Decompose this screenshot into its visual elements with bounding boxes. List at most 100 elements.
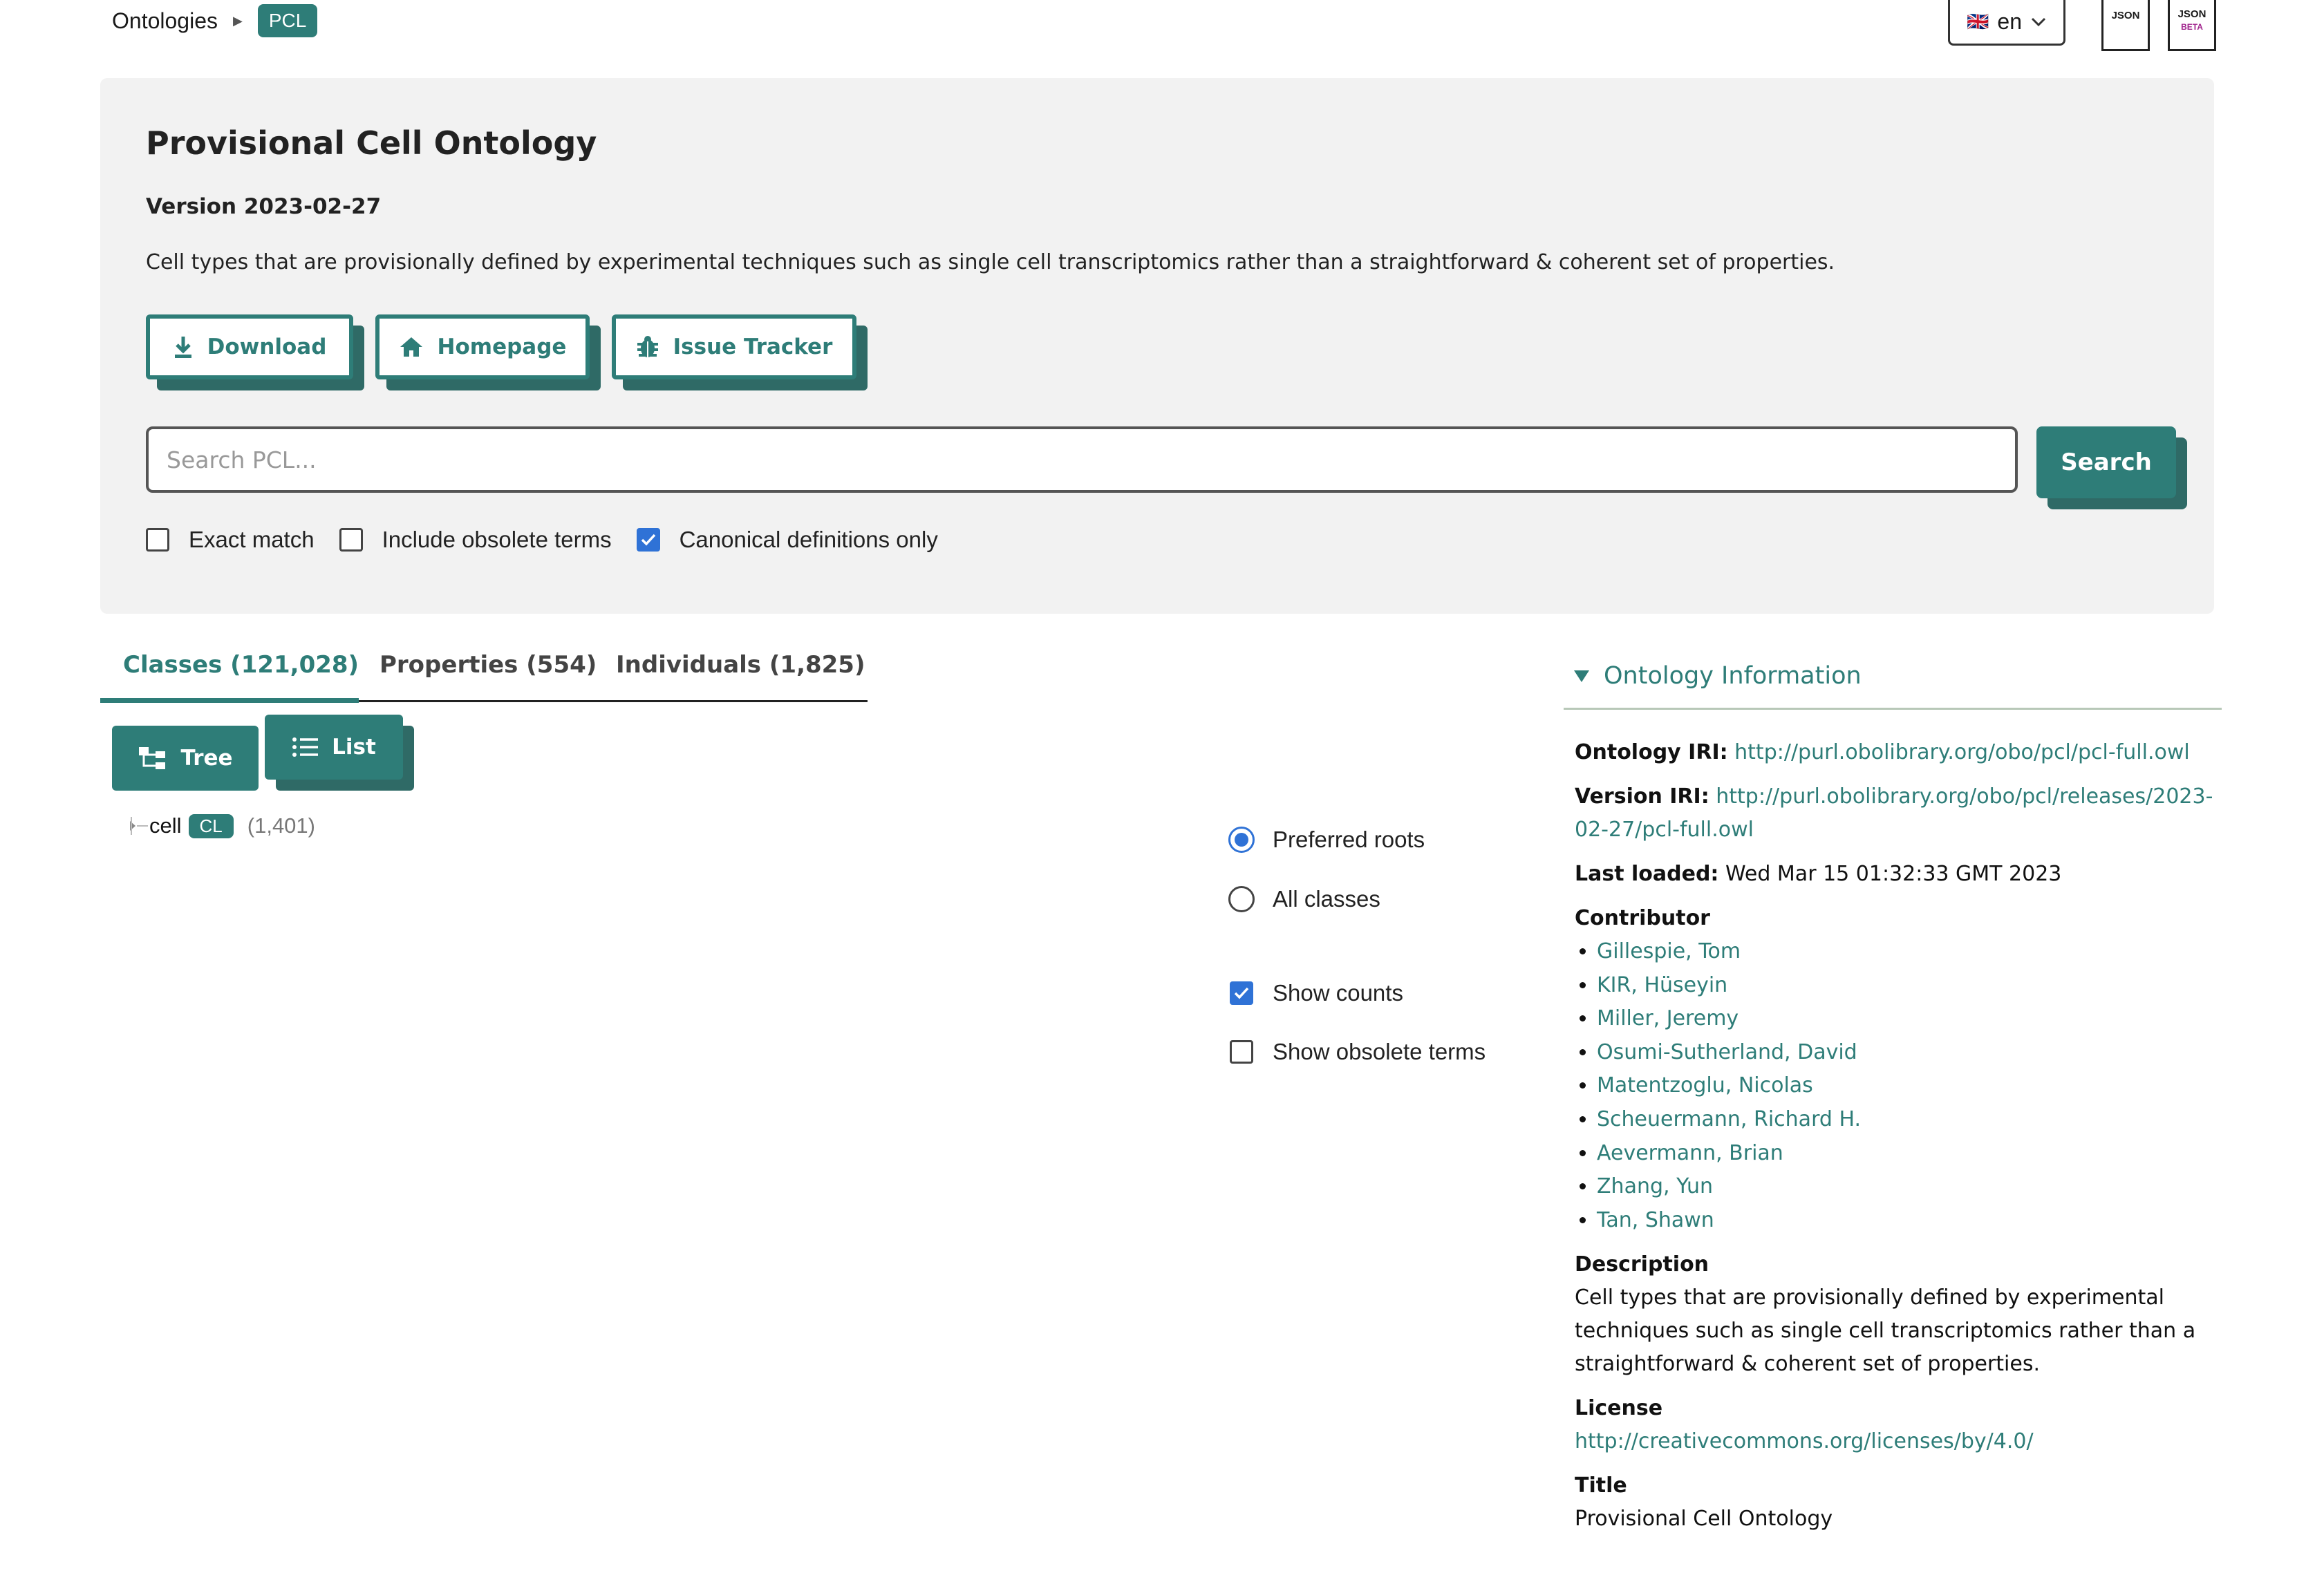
json-label: JSON bbox=[2111, 10, 2140, 21]
bug-icon bbox=[637, 336, 658, 357]
version-iri-row: Version IRI: http://purl.obolibrary.org/… bbox=[1575, 780, 2224, 847]
tree-node-label[interactable]: cell bbox=[149, 813, 182, 838]
title-value: Provisional Cell Ontology bbox=[1575, 1507, 1833, 1532]
canonical-definitions-label: Canonical definitions only bbox=[679, 527, 938, 552]
contributor-link[interactable]: KIR, Hüseyin bbox=[1597, 973, 1727, 997]
title-label: Title bbox=[1575, 1473, 1627, 1498]
checkmark-icon bbox=[641, 534, 655, 546]
expand-caret-icon[interactable] bbox=[127, 816, 149, 836]
ontology-description: Cell types that are provisionally define… bbox=[146, 250, 1835, 274]
list-view-button[interactable]: List bbox=[265, 715, 403, 780]
list-icon bbox=[292, 737, 319, 757]
license-label: License bbox=[1575, 1396, 1663, 1421]
all-classes-option[interactable]: All classes bbox=[1228, 886, 1380, 912]
canonical-definitions-checkbox[interactable] bbox=[636, 528, 660, 552]
chevron-right-icon: ▶ bbox=[232, 13, 243, 28]
homepage-button-wrap: Homepage bbox=[375, 314, 601, 390]
contributor-link[interactable]: Matentzoglu, Nicolas bbox=[1597, 1073, 1813, 1098]
ontology-info-divider bbox=[1564, 708, 2222, 710]
exact-match-checkbox[interactable] bbox=[146, 528, 169, 552]
beta-badge: BETA bbox=[2181, 22, 2203, 32]
ontology-iri-link[interactable]: http://purl.obolibrary.org/obo/pcl/pcl-f… bbox=[1734, 740, 2190, 764]
contributor-link[interactable]: Osumi-Sutherland, David bbox=[1597, 1040, 1857, 1064]
contributor-item: Scheuermann, Richard H. bbox=[1597, 1103, 2224, 1137]
contributor-item: KIR, Hüseyin bbox=[1597, 969, 2224, 1003]
show-obsolete-checkbox[interactable] bbox=[1230, 1040, 1253, 1064]
contributor-item: Zhang, Yun bbox=[1597, 1170, 2224, 1204]
preferred-roots-label: Preferred roots bbox=[1273, 827, 1425, 852]
preferred-roots-radio[interactable] bbox=[1228, 827, 1255, 853]
download-icon bbox=[174, 337, 191, 358]
language-value: en bbox=[1997, 9, 2022, 34]
breadcrumb: Ontologies ▶ PCL bbox=[112, 4, 318, 37]
contributor-link[interactable]: Aevermann, Brian bbox=[1597, 1141, 1783, 1165]
json-beta-download-button[interactable]: JSON BETA bbox=[2168, 0, 2216, 51]
language-select[interactable]: 🇬🇧 en bbox=[1948, 0, 2065, 46]
show-counts-label: Show counts bbox=[1273, 980, 1403, 1006]
issue-tracker-button[interactable]: Issue Tracker bbox=[612, 314, 856, 379]
cl-badge: CL bbox=[188, 813, 234, 838]
homepage-label: Homepage bbox=[437, 335, 567, 359]
all-classes-label: All classes bbox=[1273, 886, 1380, 912]
search-options: Exact match Include obsolete terms Canon… bbox=[146, 526, 938, 554]
search-button-wrap: Search bbox=[2036, 426, 2187, 509]
ontology-iri-label: Ontology IRI: bbox=[1575, 740, 1728, 764]
contributor-item: Tan, Shawn bbox=[1597, 1204, 2224, 1238]
active-tab-indicator bbox=[100, 698, 359, 703]
contributor-item: Miller, Jeremy bbox=[1597, 1002, 2224, 1036]
tree-view-label: Tree bbox=[180, 746, 233, 771]
show-counts-checkbox[interactable] bbox=[1230, 981, 1253, 1005]
contributor-link[interactable]: Gillespie, Tom bbox=[1597, 939, 1741, 963]
breadcrumb-ontologies-link[interactable]: Ontologies bbox=[112, 8, 218, 34]
description-value: Cell types that are provisionally define… bbox=[1575, 1285, 2196, 1377]
search-input[interactable]: Search PCL... bbox=[146, 426, 2018, 493]
download-label: Download bbox=[207, 335, 327, 359]
exact-match-label: Exact match bbox=[189, 527, 315, 552]
contributor-item: Matentzoglu, Nicolas bbox=[1597, 1069, 2224, 1103]
triangle-down-icon bbox=[1574, 670, 1589, 682]
license-link[interactable]: http://creativecommons.org/licenses/by/4… bbox=[1575, 1429, 2034, 1453]
ontology-iri-row: Ontology IRI: http://purl.obolibrary.org… bbox=[1575, 736, 2224, 769]
homepage-button[interactable]: Homepage bbox=[375, 314, 590, 379]
json-download-button[interactable]: JSON bbox=[2101, 0, 2150, 51]
tree-node-count: (1,401) bbox=[247, 813, 315, 838]
download-button[interactable]: Download bbox=[146, 314, 353, 379]
ontology-info-toggle[interactable]: Ontology Information bbox=[1573, 662, 1862, 690]
contributor-item: Osumi-Sutherland, David bbox=[1597, 1036, 2224, 1070]
contributor-link[interactable]: Scheuermann, Richard H. bbox=[1597, 1107, 1861, 1131]
tree-icon bbox=[139, 747, 166, 769]
show-obsolete-option[interactable]: Show obsolete terms bbox=[1230, 1039, 1486, 1065]
ontology-info-body: Ontology IRI: http://purl.obolibrary.org… bbox=[1575, 736, 2224, 1536]
contributor-link[interactable]: Tan, Shawn bbox=[1597, 1208, 1714, 1232]
preferred-roots-option[interactable]: Preferred roots bbox=[1228, 827, 1425, 853]
download-button-wrap: Download bbox=[146, 314, 364, 390]
ontology-info-heading: Ontology Information bbox=[1604, 662, 1862, 690]
version-iri-label: Version IRI: bbox=[1575, 784, 1709, 809]
tab-individuals[interactable]: Individuals (1,825) bbox=[616, 651, 865, 679]
tab-classes[interactable]: Classes (121,028) bbox=[123, 651, 359, 679]
contributor-list: Gillespie, Tom KIR, Hüseyin Miller, Jere… bbox=[1575, 935, 2224, 1237]
chevron-down-icon bbox=[2031, 17, 2046, 26]
search-placeholder: Search PCL... bbox=[167, 446, 317, 473]
include-obsolete-label: Include obsolete terms bbox=[382, 527, 612, 552]
all-classes-radio[interactable] bbox=[1228, 886, 1255, 912]
show-counts-option[interactable]: Show counts bbox=[1230, 980, 1403, 1006]
tab-properties[interactable]: Properties (554) bbox=[379, 651, 597, 679]
contributor-label: Contributor bbox=[1575, 906, 1710, 930]
home-icon bbox=[400, 337, 422, 357]
contributor-item: Aevermann, Brian bbox=[1597, 1137, 2224, 1171]
issue-tracker-button-wrap: Issue Tracker bbox=[612, 314, 868, 390]
tree-view-button[interactable]: Tree bbox=[112, 726, 259, 791]
contributor-link[interactable]: Miller, Jeremy bbox=[1597, 1006, 1739, 1030]
contributor-link[interactable]: Zhang, Yun bbox=[1597, 1174, 1713, 1198]
tree-view-wrap: Tree bbox=[112, 726, 259, 791]
show-obsolete-label: Show obsolete terms bbox=[1273, 1039, 1486, 1064]
tree-node[interactable]: cell CL (1,401) bbox=[127, 810, 315, 842]
license-row: http://creativecommons.org/licenses/by/4… bbox=[1575, 1425, 2224, 1458]
ontology-badge[interactable]: PCL bbox=[257, 4, 318, 37]
search-button[interactable]: Search bbox=[2036, 426, 2176, 498]
include-obsolete-checkbox[interactable] bbox=[339, 528, 363, 552]
description-label: Description bbox=[1575, 1252, 1709, 1277]
list-view-wrap: List bbox=[265, 715, 414, 791]
checkmark-icon bbox=[1234, 987, 1249, 999]
